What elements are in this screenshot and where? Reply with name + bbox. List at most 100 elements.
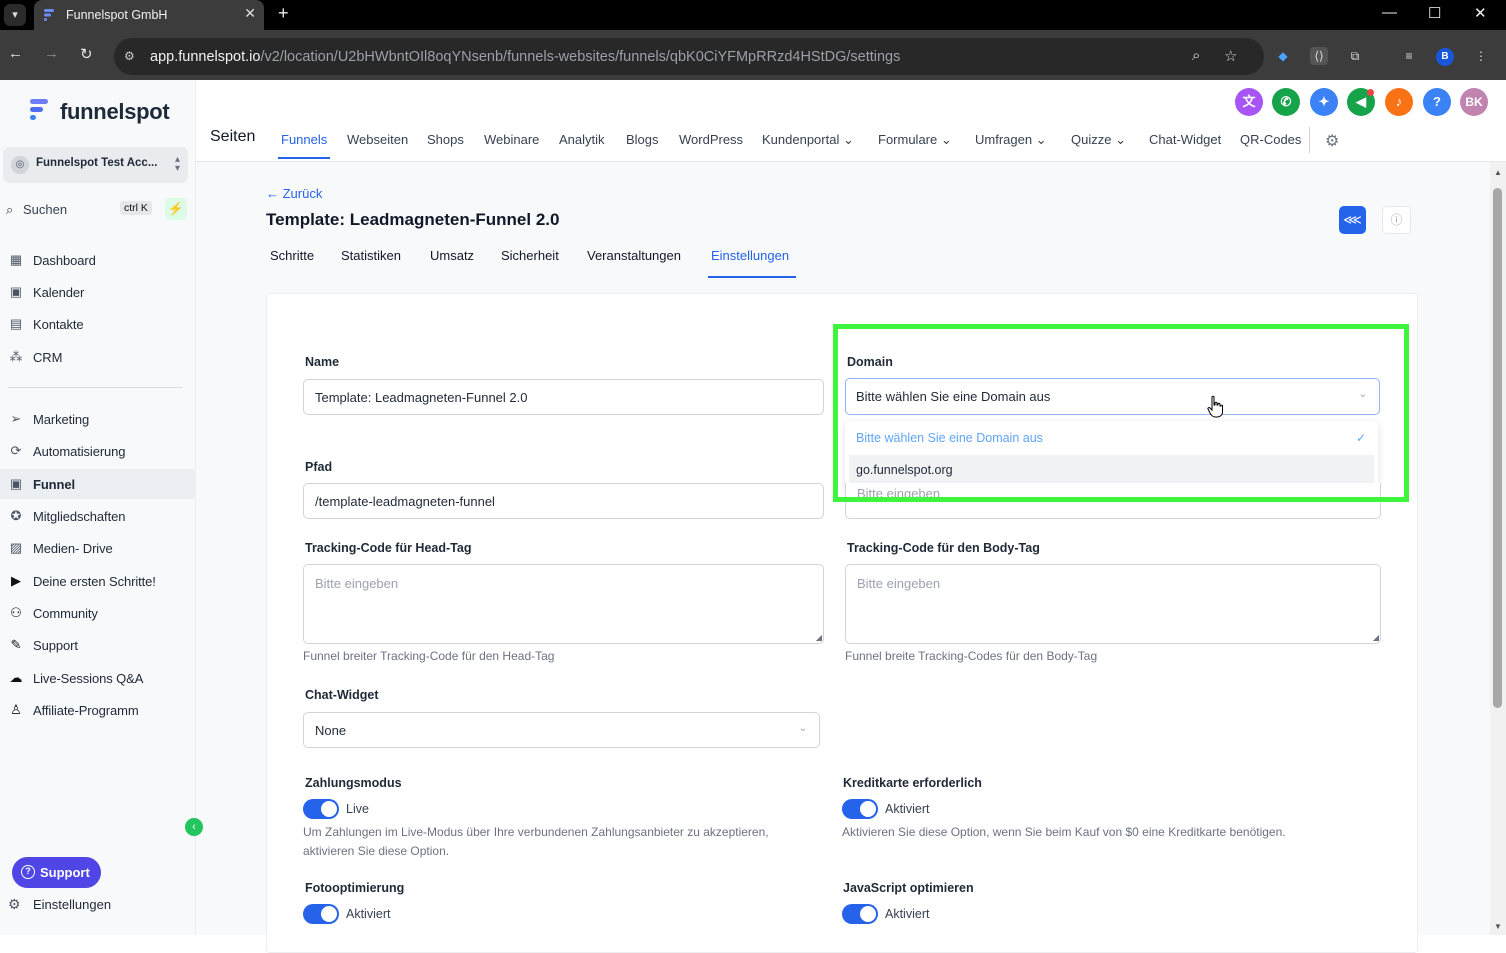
- zoom-icon[interactable]: ⌕: [1192, 47, 1200, 64]
- search-icon: ⌕: [6, 202, 14, 217]
- sidebar-item-support[interactable]: ✎ Support: [0, 630, 196, 660]
- play-icon: ▶: [11, 573, 21, 588]
- phone-icon[interactable]: ✆: [1272, 88, 1300, 116]
- scrollbar-thumb[interactable]: [1493, 188, 1502, 708]
- help-icon[interactable]: ?: [1423, 88, 1451, 116]
- sidebar-item-kalender[interactable]: ▣ Kalender: [0, 277, 196, 307]
- minimize-icon[interactable]: —: [1382, 4, 1397, 21]
- domain-option-placeholder[interactable]: Bitte wählen Sie eine Domain aus ✓: [849, 423, 1374, 453]
- tab-einstellungen[interactable]: Einstellungen: [711, 248, 789, 263]
- sidebar-item-mitgliedschaften[interactable]: ✪ Mitgliedschaften: [0, 501, 196, 531]
- maximize-icon[interactable]: ☐: [1428, 4, 1441, 22]
- menu-wordpress[interactable]: WordPress: [679, 132, 743, 147]
- js-opt-toggle[interactable]: [842, 904, 878, 924]
- menu-chat-widget[interactable]: Chat-Widget: [1149, 132, 1221, 147]
- account-switcher[interactable]: ◎ Funnelspot Test Acc... ▴ ▾: [3, 147, 188, 183]
- devtools-extension-icon[interactable]: ⟨⟩: [1310, 47, 1328, 65]
- scroll-down-icon[interactable]: ▼: [1494, 922, 1502, 931]
- info-button[interactable]: ⓘ: [1382, 206, 1411, 234]
- automation-icon: ⟳: [10, 443, 22, 458]
- search-box[interactable]: ⌕ Suchen ctrl K: [3, 197, 159, 223]
- bell-icon[interactable]: ♪: [1385, 88, 1413, 116]
- ai-sparkle-icon[interactable]: ✦: [1310, 88, 1338, 116]
- translate-icon[interactable]: 文: [1235, 88, 1263, 116]
- sidebar-item-funnel[interactable]: ▣ Funnel: [0, 469, 196, 499]
- quick-action-bolt-icon[interactable]: ⚡: [165, 198, 187, 220]
- close-tab-icon[interactable]: ✕: [244, 5, 256, 22]
- domain-select[interactable]: Bitte wählen Sie eine Domain aus ⌄: [845, 378, 1380, 415]
- payment-mode-toggle[interactable]: [303, 799, 339, 819]
- address-bar[interactable]: ⚙ app.funnelspot.io/v2/location/U2bHWbnt…: [114, 38, 1264, 75]
- head-tag-textarea[interactable]: Bitte eingeben ◢: [303, 564, 824, 644]
- tab-umsatz[interactable]: Umsatz: [430, 248, 474, 263]
- chat-widget-select[interactable]: None ⌄: [303, 712, 820, 748]
- site-info-icon[interactable]: ⚙: [124, 49, 135, 63]
- resize-handle-icon[interactable]: ◢: [816, 633, 822, 642]
- funnelspot-logo-icon: [30, 99, 48, 120]
- tab-schritte[interactable]: Schritte: [270, 248, 314, 263]
- page-scrollbar[interactable]: ▲ ▼: [1490, 162, 1506, 935]
- share-button[interactable]: ⋘: [1339, 206, 1366, 234]
- credit-card-toggle[interactable]: [842, 799, 878, 819]
- close-window-icon[interactable]: ✕: [1474, 4, 1487, 22]
- sidebar-item-medien-drive[interactable]: ▨ Medien- Drive: [0, 533, 196, 563]
- sidebar-item-live-sessions[interactable]: ☁ Live-Sessions Q&A: [0, 663, 196, 693]
- menu-shops[interactable]: Shops: [427, 132, 464, 147]
- sidebar-item-automatisierung[interactable]: ⟳ Automatisierung: [0, 436, 196, 466]
- menu-webinare[interactable]: Webinare: [484, 132, 539, 147]
- browser-tab[interactable]: Funnelspot GmbH ✕: [34, 0, 264, 30]
- menu-umfragen[interactable]: Umfragen ⌄: [975, 132, 1047, 148]
- forward-icon[interactable]: →: [44, 45, 59, 62]
- browser-menu-icon[interactable]: ⋮: [1472, 47, 1490, 65]
- menu-funnels[interactable]: Funnels: [281, 132, 327, 147]
- tab-search-icon[interactable]: ▾: [4, 4, 26, 26]
- extensions-puzzle-icon[interactable]: ⧉: [1346, 47, 1364, 65]
- credit-card-label: Kreditkarte erforderlich: [843, 776, 982, 790]
- megaphone-icon[interactable]: ◀: [1347, 88, 1375, 116]
- menu-kundenportal[interactable]: Kundenportal ⌄: [762, 132, 854, 148]
- sidebar-item-label: Dashboard: [33, 253, 96, 268]
- path-input[interactable]: /template-leadmagneten-funnel: [303, 483, 824, 519]
- collapse-sidebar-icon[interactable]: ‹: [185, 818, 203, 836]
- sidebar-item-dashboard[interactable]: ▦ Dashboard: [0, 245, 196, 275]
- menu-quizze[interactable]: Quizze ⌄: [1071, 132, 1126, 148]
- chat-widget-value: None: [315, 723, 347, 738]
- bookmark-star-icon[interactable]: ☆: [1224, 47, 1237, 65]
- sidebar-item-erste-schritte[interactable]: ▶ Deine ersten Schritte!: [0, 566, 196, 596]
- sidebar-item-crm[interactable]: ⁂ CRM: [0, 342, 196, 372]
- user-avatar[interactable]: BK: [1460, 88, 1488, 116]
- menu-blogs[interactable]: Blogs: [626, 132, 659, 147]
- back-icon[interactable]: ←: [8, 45, 23, 62]
- media-control-icon[interactable]: ≡: [1400, 47, 1418, 65]
- menu-formulare[interactable]: Formulare ⌄: [878, 132, 952, 148]
- gear-icon[interactable]: ⚙: [1325, 131, 1339, 151]
- sidebar-item-kontakte[interactable]: ▤ Kontakte: [0, 309, 196, 339]
- sidebar-item-label: Mitgliedschaften: [33, 509, 126, 524]
- tab-sicherheit[interactable]: Sicherheit: [501, 248, 559, 263]
- tab-statistiken[interactable]: Statistiken: [341, 248, 401, 263]
- reload-icon[interactable]: ↻: [80, 45, 93, 63]
- name-input[interactable]: Template: Leadmagneten-Funnel 2.0: [303, 379, 824, 415]
- sidebar-item-affiliate[interactable]: ♙ Affiliate-Programm: [0, 695, 196, 725]
- menu-webseiten[interactable]: Webseiten: [347, 132, 408, 147]
- sidebar-item-marketing[interactable]: ➢ Marketing: [0, 404, 196, 434]
- domain-option-go-funnelspot[interactable]: go.funnelspot.org: [849, 455, 1374, 485]
- profile-avatar[interactable]: B: [1436, 48, 1454, 66]
- menu-analytik[interactable]: Analytik: [559, 132, 605, 147]
- option-label: go.funnelspot.org: [856, 463, 953, 477]
- body-tag-help: Funnel breite Tracking-Codes für den Bod…: [845, 649, 1098, 663]
- menu-qr-codes[interactable]: QR-Codes: [1240, 132, 1301, 147]
- back-link[interactable]: ← Zurück: [266, 186, 322, 201]
- support-button[interactable]: ? Support: [12, 857, 101, 888]
- photo-opt-toggle[interactable]: [303, 904, 339, 924]
- extension-icon[interactable]: ◆: [1274, 47, 1292, 65]
- tab-veranstaltungen[interactable]: Veranstaltungen: [587, 248, 681, 263]
- body-tag-textarea[interactable]: Bitte eingeben ◢: [845, 564, 1381, 644]
- resize-handle-icon[interactable]: ◢: [1373, 633, 1379, 642]
- hidden-input[interactable]: Bitte eingeben: [845, 483, 1381, 519]
- scroll-up-icon[interactable]: ▲: [1494, 168, 1502, 177]
- new-tab-icon[interactable]: +: [278, 3, 289, 24]
- sidebar-item-label: CRM: [33, 350, 63, 365]
- contacts-icon: ▤: [9, 316, 23, 331]
- sidebar-item-community[interactable]: ⚇ Community: [0, 598, 196, 628]
